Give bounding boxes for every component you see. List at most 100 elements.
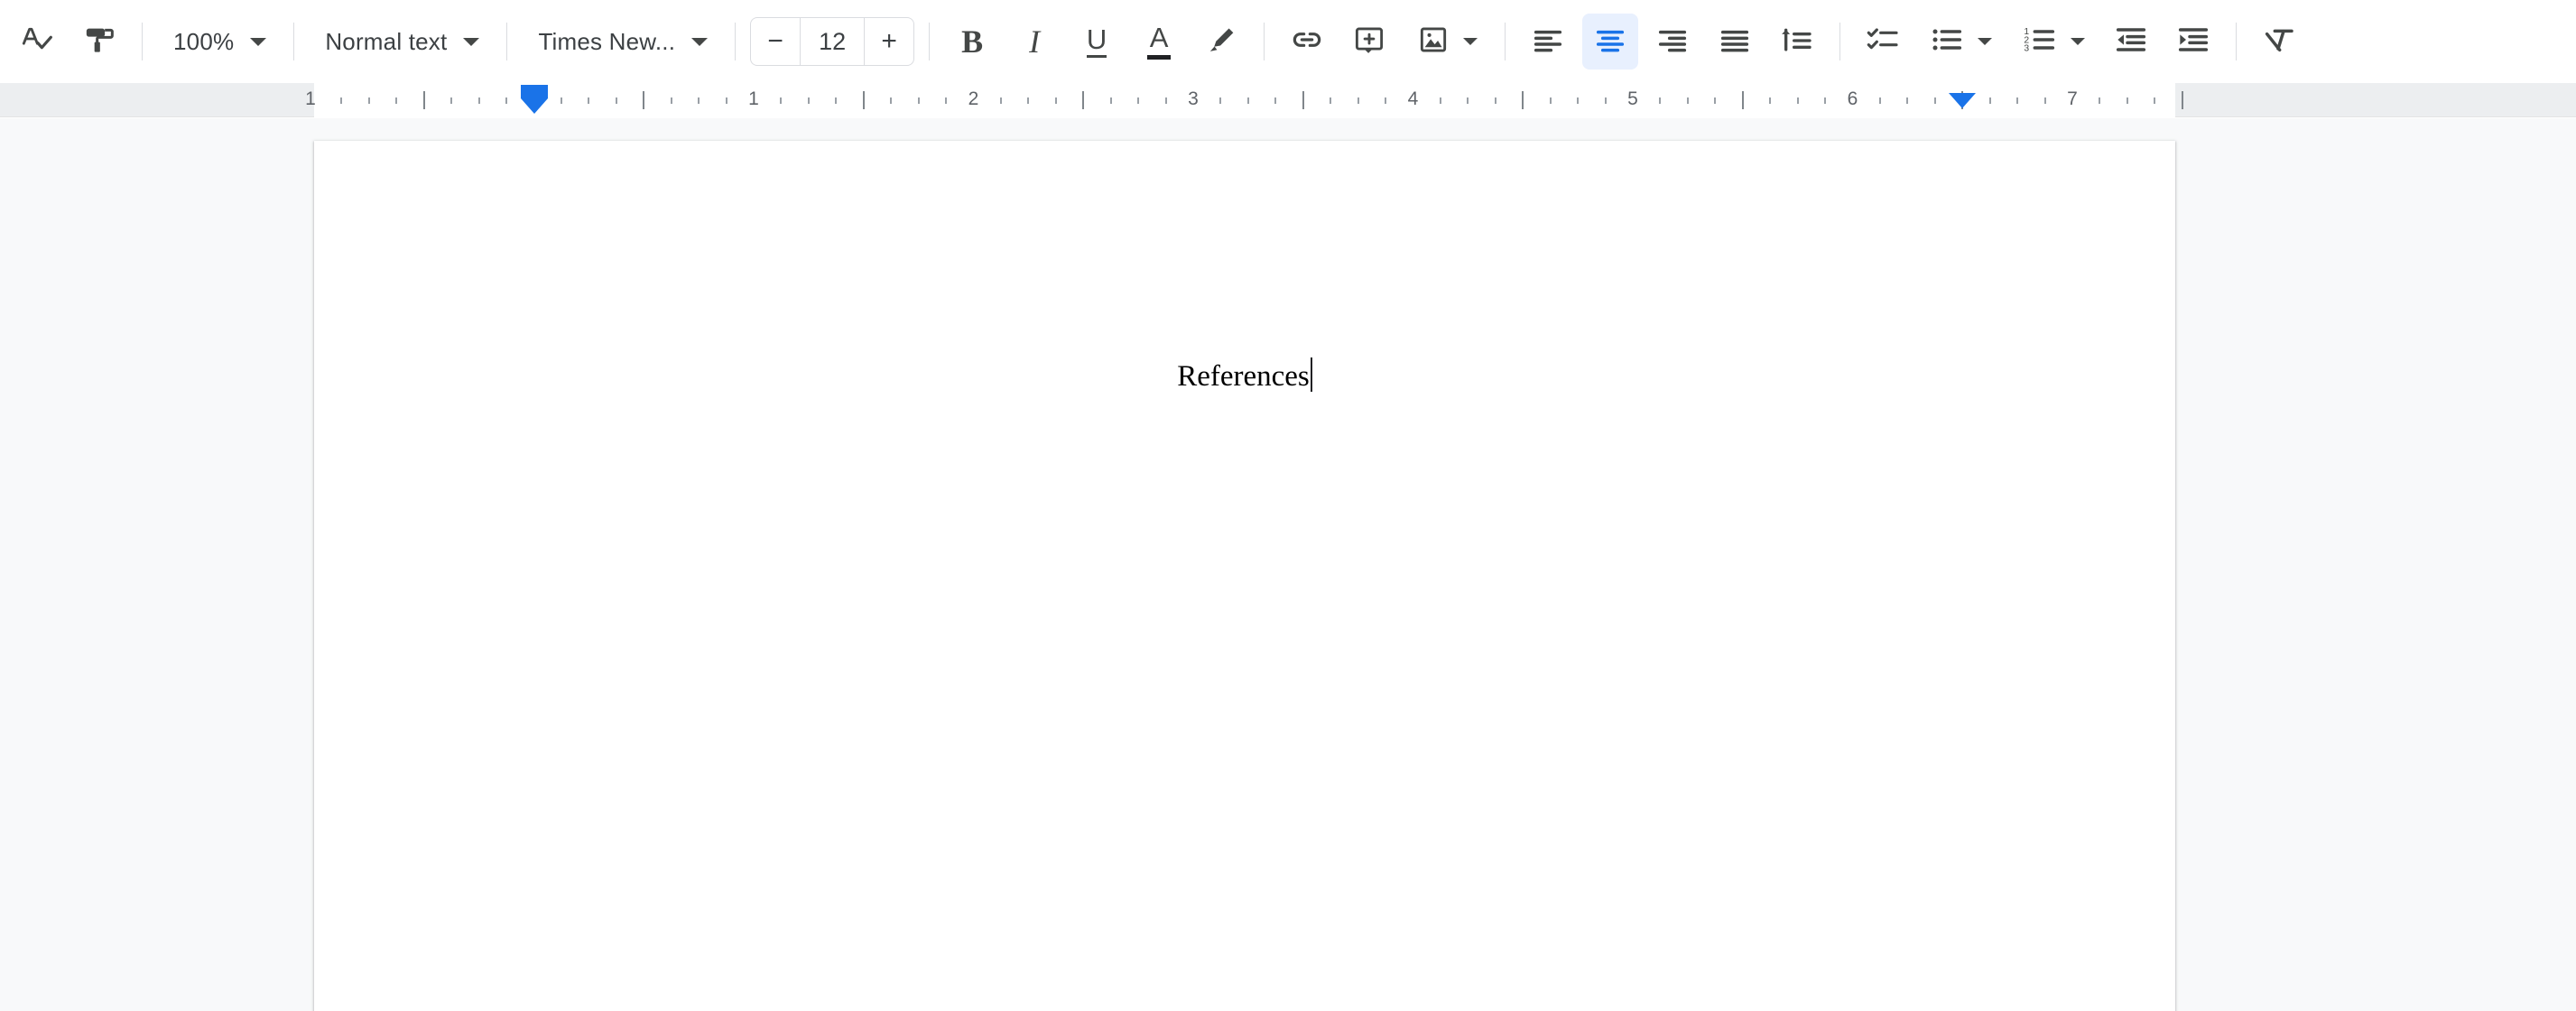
ruler-tick	[1467, 97, 1469, 104]
text-color-swatch	[1147, 55, 1172, 60]
align-right-icon	[1654, 22, 1691, 62]
paint-format-button[interactable]	[71, 14, 127, 70]
chevron-down-icon	[250, 37, 267, 46]
align-justify-button[interactable]	[1707, 14, 1763, 70]
left-indent-marker[interactable]	[520, 85, 548, 114]
ruler-tick	[1659, 97, 1662, 104]
document-page[interactable]: References	[314, 141, 2175, 1011]
font-size-stepper: − 12 +	[750, 17, 915, 66]
decrease-font-size-button[interactable]: −	[751, 18, 800, 65]
ruler-tick	[1219, 97, 1222, 104]
ruler-tick	[1769, 97, 1772, 104]
ruler-tick	[1549, 97, 1552, 104]
highlight-color-button[interactable]	[1193, 14, 1249, 70]
toolbar-divider	[1264, 23, 1265, 60]
line-spacing-icon	[1779, 22, 1815, 62]
line-spacing-button[interactable]	[1769, 14, 1825, 70]
ruler-tick	[1878, 97, 1881, 104]
ruler-tick	[1494, 97, 1496, 104]
ruler-tick	[1714, 97, 1717, 104]
align-center-button[interactable]	[1582, 14, 1639, 70]
ruler-tick	[1522, 91, 1524, 109]
document-paragraph[interactable]: References	[1177, 358, 1310, 395]
font-size-input[interactable]: 12	[800, 18, 866, 65]
toolbar-divider	[2236, 23, 2238, 60]
ruler-tick	[477, 97, 480, 104]
ruler-tick	[2154, 97, 2156, 104]
align-left-button[interactable]	[1520, 14, 1576, 70]
align-right-button[interactable]	[1645, 14, 1700, 70]
document-body[interactable]: References	[531, 141, 1959, 395]
font-select-label: Times New...	[538, 27, 676, 55]
bulleted-list-icon	[1929, 22, 1965, 62]
ruler-tick	[945, 97, 948, 104]
ruler-tick	[1164, 97, 1167, 104]
increase-indent-icon	[2175, 22, 2211, 62]
increase-indent-button[interactable]	[2165, 14, 2221, 70]
add-comment-button[interactable]	[1341, 14, 1397, 70]
ruler-tick	[340, 97, 343, 104]
ruler-tick	[807, 97, 810, 104]
paragraph-style-select[interactable]: Normal text	[309, 14, 492, 70]
spelling-check-button[interactable]	[9, 14, 65, 70]
text-color-button[interactable]: A	[1131, 14, 1187, 70]
document-toolbar: 100% Normal text Times New... − 12 + B I…	[0, 0, 2576, 83]
numbered-list-icon: 1 2 3	[2022, 22, 2058, 62]
italic-button[interactable]: I	[1006, 14, 1062, 70]
clear-formatting-button[interactable]	[2251, 14, 2307, 70]
add-comment-icon	[1352, 23, 1386, 61]
right-indent-marker[interactable]	[1949, 93, 1977, 108]
ruler-tick	[2181, 91, 2183, 109]
zoom-select-label: 100%	[173, 27, 235, 55]
ruler-tick	[1604, 97, 1607, 104]
ruler-tick	[588, 97, 590, 104]
bold-icon: B	[961, 23, 984, 60]
insert-image-button[interactable]	[1404, 14, 1490, 70]
ruler-number: 1	[305, 88, 316, 109]
underline-button[interactable]: U	[1069, 14, 1125, 70]
checklist-button[interactable]	[1855, 14, 1911, 70]
first-line-indent-handle[interactable]	[520, 85, 548, 98]
ruler-tick	[862, 91, 865, 109]
ruler-tick	[1330, 97, 1332, 104]
text-cursor	[1310, 357, 1312, 392]
font-select[interactable]: Times New...	[522, 14, 720, 70]
numbered-list-button[interactable]: 1 2 3	[2010, 14, 2097, 70]
align-justify-icon	[1717, 22, 1753, 62]
toolbar-divider	[142, 23, 143, 60]
align-left-icon	[1530, 22, 1566, 62]
left-indent-handle[interactable]	[520, 98, 548, 114]
ruler-number: 5	[1627, 88, 1638, 109]
spelling-check-icon	[19, 22, 55, 62]
decrease-indent-button[interactable]	[2103, 14, 2159, 70]
bold-button[interactable]: B	[944, 14, 1000, 70]
ruler-tick	[1741, 91, 1744, 109]
ruler-tick	[2016, 97, 2019, 104]
toolbar-divider	[1505, 23, 1506, 60]
chevron-down-icon	[463, 37, 480, 46]
ruler-tick	[615, 97, 617, 104]
bulleted-list-button[interactable]	[1917, 14, 2004, 70]
ruler-tick	[2043, 97, 2046, 104]
ruler-tick	[1274, 97, 1277, 104]
document-ruler[interactable]: 1 1 2 3 4 5 6 7	[0, 83, 2576, 117]
ruler-tick	[725, 97, 727, 104]
ruler-tick	[1385, 97, 1387, 104]
ruler-number: 3	[1188, 88, 1199, 109]
ruler-tick	[999, 97, 1002, 104]
document-canvas[interactable]: References	[0, 118, 2576, 1011]
link-icon	[1289, 22, 1325, 62]
ruler-number: 1	[748, 88, 759, 109]
ruler-tick	[560, 97, 562, 104]
ruler-tick	[505, 97, 508, 104]
ruler-tick	[643, 91, 645, 109]
increase-font-size-button[interactable]: +	[865, 18, 913, 65]
ruler-tick	[395, 97, 398, 104]
insert-link-button[interactable]	[1279, 14, 1335, 70]
ruler-tick	[1109, 97, 1112, 104]
ruler-tick	[1357, 97, 1359, 104]
ruler-number: 4	[1407, 88, 1419, 109]
zoom-select[interactable]: 100%	[157, 14, 279, 70]
checklist-icon	[1865, 22, 1901, 62]
ruler-page-area	[314, 83, 2175, 117]
